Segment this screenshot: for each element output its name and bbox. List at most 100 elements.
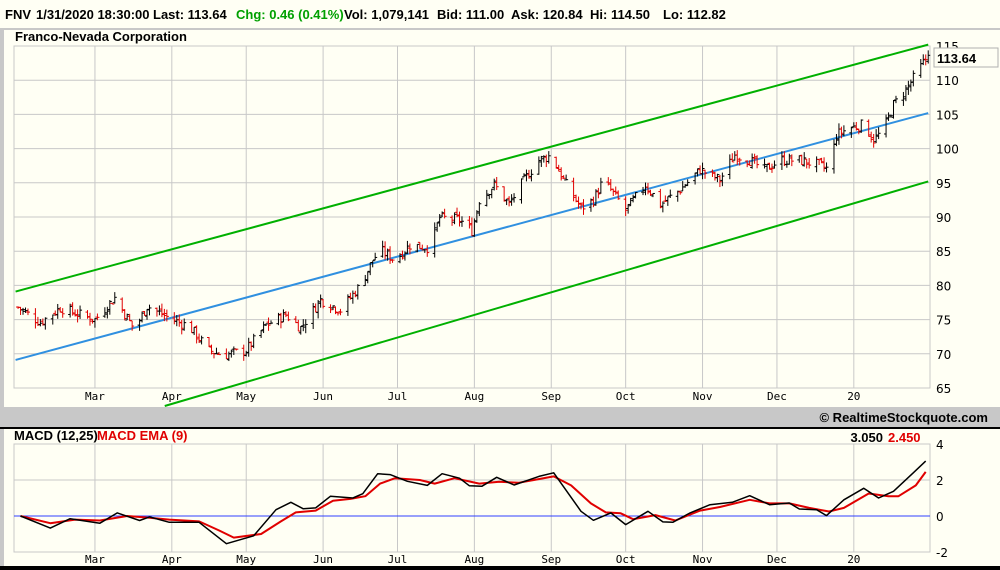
ohlc-bar [598, 177, 603, 194]
ohlc-bar [457, 211, 462, 227]
x-tick-label: Nov [693, 553, 713, 566]
ohlc-bar [251, 333, 256, 349]
y-tick-label: 70 [936, 348, 951, 362]
ohlc-bar [529, 169, 534, 182]
ohlc-bar [303, 319, 308, 334]
chart-title: Franco-Nevada Corporation [15, 29, 187, 44]
ohlc-bar [321, 299, 326, 309]
ohlc-bar [122, 309, 127, 321]
y-tick-label: 110 [936, 74, 959, 88]
ohlc-bar [712, 171, 717, 181]
ohlc-bar [623, 196, 628, 217]
x-tick-label: Nov [693, 390, 713, 403]
symbol: FNV [5, 7, 31, 22]
y-tick-label: 2 [936, 474, 944, 488]
ohlc-bar [452, 212, 457, 225]
ohlc-bar [546, 151, 551, 164]
ohlc-bar [807, 158, 812, 169]
signal-title: MACD EMA (9) [97, 428, 188, 443]
ohlc-bar [730, 153, 735, 163]
x-tick-label: Jun [313, 390, 333, 403]
ohlc-bar [298, 325, 303, 335]
bottom-border [0, 566, 1000, 570]
ohlc-bar [207, 336, 212, 348]
macd-x-axis: Mar Apr May Jun Jul Aug Sep Oct Nov Dec 20 [85, 553, 860, 566]
y-tick-label: 95 [936, 177, 951, 191]
ohlc-bar [539, 155, 544, 167]
ohlc-bar [591, 196, 596, 208]
ohlc-bar [526, 169, 531, 179]
ohlc-bar [107, 300, 112, 315]
x-tick-label: Jul [388, 390, 408, 403]
ohlc-bar [316, 300, 321, 319]
price-x-axis: Mar Apr May Jun Jul Aug Sep Oct Nov Dec 20 [85, 390, 860, 403]
ohlc-bar [259, 330, 264, 338]
ohlc-bar [335, 312, 340, 316]
y-tick-label: 80 [936, 279, 951, 293]
ohlc-bar [261, 321, 266, 334]
x-tick-label: Aug [464, 390, 484, 403]
y-tick-label: 100 [936, 143, 959, 157]
ohlc-bar [484, 189, 489, 207]
ohlc-bar [313, 303, 318, 313]
ohlc-bar [735, 150, 740, 165]
ohlc-bar [102, 307, 107, 318]
ohlc-bar [154, 307, 159, 317]
macd-title: MACD (12,25) [14, 428, 98, 443]
ohlc-bar [504, 198, 509, 206]
ohlc-bar [732, 151, 737, 161]
ohlc-bar [564, 174, 569, 181]
ohlc-bar [125, 313, 130, 321]
macd-y-axis: -2 0 2 4 [936, 438, 948, 560]
ohlc-bar [278, 312, 283, 329]
ohlc-bar [519, 178, 524, 204]
ohlc-bar [269, 320, 274, 325]
y-tick-label: 65 [936, 382, 951, 396]
x-tick-label: Aug [464, 553, 484, 566]
lower-channel-line [164, 180, 929, 407]
quote-header: FNV 1/31/2020 18:30:00 Last: 113.64 Chg:… [5, 7, 726, 22]
y-tick-label: 0 [936, 510, 944, 524]
ask: Ask: 120.84 [511, 7, 583, 22]
ohlc-bar [911, 70, 916, 87]
ohlc-bar [769, 163, 774, 173]
ohlc-bar [172, 312, 177, 325]
change: Chg: 0.46 (0.41%) [236, 7, 344, 22]
ohlc-bar [804, 158, 809, 169]
ohlc-bar [658, 188, 663, 209]
ohlc-bar [318, 294, 323, 308]
ohlc-bar [851, 122, 856, 128]
y-tick-label: 105 [936, 108, 959, 122]
ohlc-bar [817, 159, 822, 166]
last-price-label: 113.64 [937, 51, 977, 66]
high: Hi: 114.50 [590, 7, 650, 22]
ohlc-bar [772, 160, 777, 169]
low: Lo: 112.82 [663, 7, 726, 22]
ohlc-bar [556, 164, 561, 172]
left-border [0, 28, 4, 408]
ohlc-bar [477, 202, 482, 217]
price-grid [13, 45, 931, 389]
ohlc-bar [390, 259, 395, 263]
macd-lines [14, 460, 930, 545]
datetime: 1/31/2020 18:30:00 [36, 7, 149, 22]
ohlc-bar [611, 188, 616, 196]
ohlc-bar [388, 246, 393, 264]
ohlc-bar [814, 156, 819, 173]
ohlc-bar [226, 351, 231, 362]
ohlc-bar [717, 174, 722, 188]
x-tick-label: Dec [767, 553, 787, 566]
ohlc-bar [241, 344, 246, 361]
ohlc-bar [559, 167, 564, 181]
ohlc-bar [489, 188, 494, 199]
ohlc-bar [380, 240, 385, 258]
macd-left-border [0, 429, 4, 566]
ohlc-bar [536, 156, 541, 175]
x-tick-label: Sep [541, 553, 561, 566]
ohlc-bar [58, 307, 63, 313]
ohlc-bar [365, 270, 370, 284]
ohlc-bar [876, 127, 881, 140]
ohlc-bar [836, 123, 841, 145]
ohlc-bar [494, 176, 499, 190]
ohlc-bar [402, 251, 407, 261]
